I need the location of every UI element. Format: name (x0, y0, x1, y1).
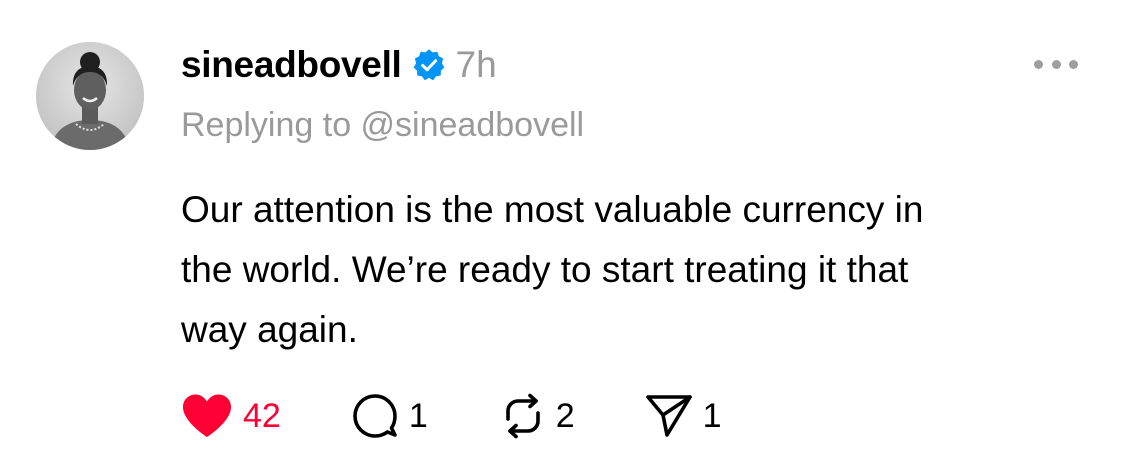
more-options-button[interactable] (1034, 54, 1078, 74)
post-text: Our attention is the most valuable curre… (181, 180, 1081, 360)
more-horizontal-icon (1051, 59, 1061, 69)
post-text-line: the world. We’re ready to start treating… (181, 249, 909, 290)
post-timestamp: 7h (455, 44, 497, 85)
more-horizontal-icon (1069, 59, 1078, 69)
verified-badge-icon (412, 48, 446, 82)
reply-button[interactable]: 1 (351, 392, 428, 440)
username[interactable]: sineadbovell (181, 44, 402, 86)
thread-post: sineadbovell 7h Replying to @sineadbovel… (0, 0, 1125, 476)
like-button[interactable]: 42 (181, 393, 281, 439)
repost-count: 2 (555, 396, 575, 435)
share-button[interactable]: 1 (645, 393, 722, 439)
avatar[interactable] (36, 42, 144, 150)
post-text-line: way again. (181, 309, 358, 350)
action-bar: 42 1 2 1 (181, 388, 722, 444)
avatar-image (36, 42, 144, 150)
repost-button[interactable]: 2 (500, 393, 575, 439)
more-horizontal-icon (1034, 59, 1043, 69)
comment-icon (353, 394, 397, 438)
reply-count: 1 (408, 396, 428, 435)
send-icon (645, 395, 692, 437)
repost-icon (505, 393, 540, 439)
replying-to-label[interactable]: Replying to @sineadbovell (181, 106, 584, 145)
like-count: 42 (243, 396, 281, 435)
share-count: 1 (702, 396, 722, 435)
post-header: sineadbovell 7h (181, 40, 497, 90)
post-text-line: Our attention is the most valuable curre… (181, 189, 924, 230)
heart-filled-icon (183, 394, 231, 437)
